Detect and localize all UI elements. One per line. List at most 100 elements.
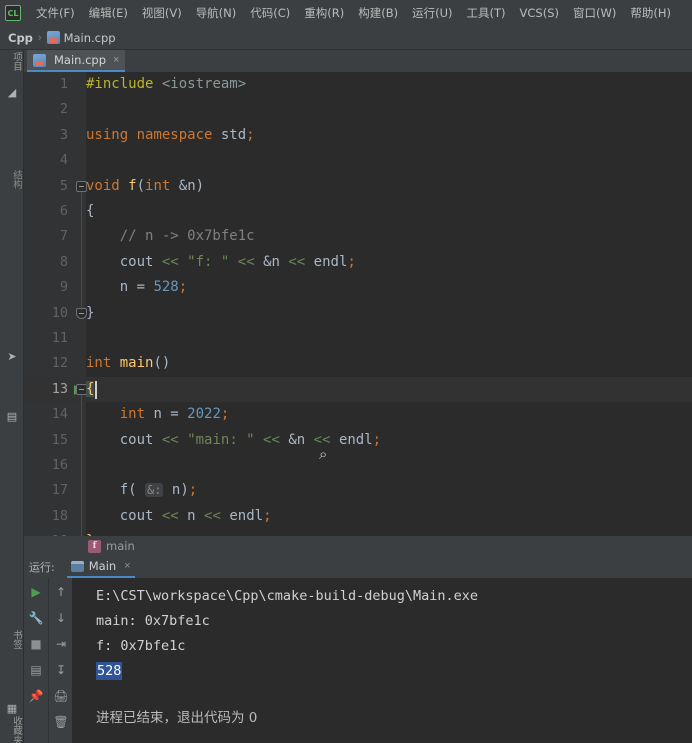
print-icon[interactable]: 🖨: [53, 688, 69, 704]
line-number: 10: [51, 304, 68, 321]
text-caret: [95, 381, 97, 399]
menu-code[interactable]: 代码(C): [243, 2, 297, 24]
wrap-icon[interactable]: ⇥: [53, 636, 69, 652]
editor-row: 16: [24, 453, 692, 478]
editor-row: 4: [24, 148, 692, 173]
trash-icon[interactable]: 🗑: [53, 714, 69, 730]
cpp-file-icon: [33, 53, 46, 67]
menu-tools[interactable]: 工具(T): [460, 2, 513, 24]
editor-row: 2: [24, 97, 692, 122]
run-toolbar-left: ▶ 🔧 ■ ▤ 📌: [24, 578, 48, 743]
stop-icon[interactable]: ■: [28, 636, 44, 652]
scroll-end-icon[interactable]: ↧: [53, 662, 69, 678]
code-line-8: cout << "f: " << &n << endl;: [119, 253, 356, 270]
menu-window[interactable]: 窗口(W): [566, 2, 623, 24]
mouse-cursor-icon: ⌕: [319, 445, 328, 463]
line-number: 5: [59, 177, 68, 194]
wrench-icon[interactable]: 🔧: [28, 610, 44, 626]
line-number: 3: [59, 126, 68, 143]
run-toolbar-right: ↑ ↓ ⇥ ↧ 🖨 🗑: [48, 578, 72, 743]
run-icon[interactable]: ▶: [28, 584, 44, 600]
run-tool-window: ▶ 🔧 ■ ▤ 📌 ↑ ↓ ⇥ ↧ 🖨 🗑 E:\CST\workspace\C…: [24, 578, 692, 743]
function-badge-icon: f: [88, 539, 101, 553]
breadcrumb: Cpp › Main.cpp: [0, 26, 692, 50]
editor-breadcrumb-function[interactable]: main: [106, 539, 135, 553]
code-line-10: }: [86, 304, 95, 321]
cmake-icon[interactable]: ▦: [5, 702, 19, 716]
cpp-file-icon: [46, 31, 60, 44]
code-line-18: cout << n << endl;: [119, 507, 272, 524]
line-number: 2: [59, 101, 68, 118]
breadcrumb-project[interactable]: Cpp: [8, 31, 33, 45]
code-line-1: #include <iostream>: [86, 76, 247, 92]
menu-file[interactable]: 文件(F): [29, 2, 82, 24]
close-icon[interactable]: ×: [113, 54, 119, 66]
code-line-19: }: [86, 529, 94, 536]
menu-build[interactable]: 构建(B): [351, 2, 405, 24]
line-number: 18: [51, 507, 68, 524]
console-line: f: 0x7bfe1c: [96, 638, 186, 654]
line-number: 16: [51, 457, 68, 473]
menu-help[interactable]: 帮助(H): [623, 2, 678, 24]
code-line-3: using namespace std;: [86, 126, 255, 143]
editor-row: 19: [24, 529, 692, 536]
menu-bar: CL 文件(F) 编辑(E) 视图(V) 导航(N) 代码(C) 重构(R) 构…: [0, 0, 692, 26]
editor-breadcrumb-bar: f main: [24, 536, 692, 556]
menu-vcs[interactable]: VCS(S): [513, 3, 566, 23]
menu-run[interactable]: 运行(U): [405, 2, 459, 24]
code-editor[interactable]: 1 2 3 4 5 6 7 8 9 10 11 12 13 14 15 16 1…: [24, 72, 692, 536]
line-number: 11: [51, 330, 68, 346]
code-line-9: n = 528;: [119, 279, 188, 296]
tool-window-project[interactable]: 项目: [3, 52, 22, 71]
code-line-14: int n = 2022;: [119, 406, 230, 423]
code-line-5: void f(int &n): [86, 177, 205, 194]
line-number: 9: [59, 279, 68, 296]
line-number: 7: [59, 228, 68, 245]
breadcrumb-file[interactable]: Main.cpp: [64, 31, 116, 45]
line-number: 4: [59, 152, 68, 169]
editor-tab-main-cpp[interactable]: Main.cpp ×: [27, 50, 126, 72]
menu-refactor[interactable]: 重构(R): [297, 2, 351, 24]
tool-window-structure[interactable]: 结构: [3, 170, 22, 189]
selected-text: 528: [96, 662, 123, 680]
pin-icon[interactable]: 📌: [28, 688, 44, 704]
code-line-15: cout << "main: " << &n << endl;: [119, 431, 382, 448]
folder-icon[interactable]: ◢: [5, 86, 19, 100]
line-number: 14: [51, 406, 68, 423]
tool-window-bookmarks[interactable]: 书签: [3, 630, 22, 649]
left-tool-strip: 项目 ◢ 结构 ➤ ▤ 书签 ▦ 收藏夹 ★: [0, 50, 24, 743]
editor-row: 11: [24, 326, 692, 351]
run-tab-main[interactable]: Main ×: [66, 556, 135, 578]
menu-edit[interactable]: 编辑(E): [82, 2, 135, 24]
terminal-icon[interactable]: ▤: [5, 410, 19, 424]
console-output[interactable]: E:\CST\workspace\Cpp\cmake-build-debug\M…: [72, 578, 692, 743]
editor-row-current: 13: [24, 376, 692, 403]
code-line-17: f( &: n);: [119, 482, 198, 499]
editor-row: 10: [24, 301, 692, 326]
console-line: E:\CST\workspace\Cpp\cmake-build-debug\M…: [96, 588, 479, 604]
inlay-hint: &:: [145, 483, 164, 498]
app-logo-icon: CL: [5, 5, 21, 21]
line-number: 17: [51, 482, 68, 499]
layout-icon[interactable]: ▤: [28, 662, 44, 678]
clion-window: CL 文件(F) 编辑(E) 视图(V) 导航(N) 代码(C) 重构(R) 构…: [0, 0, 692, 743]
tool-window-favorites[interactable]: 收藏夹: [3, 716, 22, 743]
fold-region-line: [81, 192, 82, 310]
fold-region-line: [81, 395, 82, 536]
editor-row: 6: [24, 199, 692, 224]
line-number: 13: [51, 380, 68, 397]
close-icon[interactable]: ×: [124, 560, 130, 572]
console-line: main: 0x7bfe1c: [96, 613, 210, 629]
up-icon[interactable]: ↑: [53, 584, 69, 600]
line-number: 1: [59, 76, 68, 92]
console-line-selected: 528: [96, 659, 692, 684]
code-line-7: // n -> 0x7bfe1c: [86, 228, 255, 245]
line-number: 8: [59, 253, 68, 270]
run-tool-window-header: 运行: Main ×: [24, 556, 692, 578]
menu-navigate[interactable]: 导航(N): [189, 2, 244, 24]
run-tab-label: Main: [88, 559, 117, 573]
menu-view[interactable]: 视图(V): [135, 2, 189, 24]
run-config-icon: [70, 560, 84, 572]
code-line-6: {: [86, 203, 95, 219]
down-icon[interactable]: ↓: [53, 610, 69, 626]
